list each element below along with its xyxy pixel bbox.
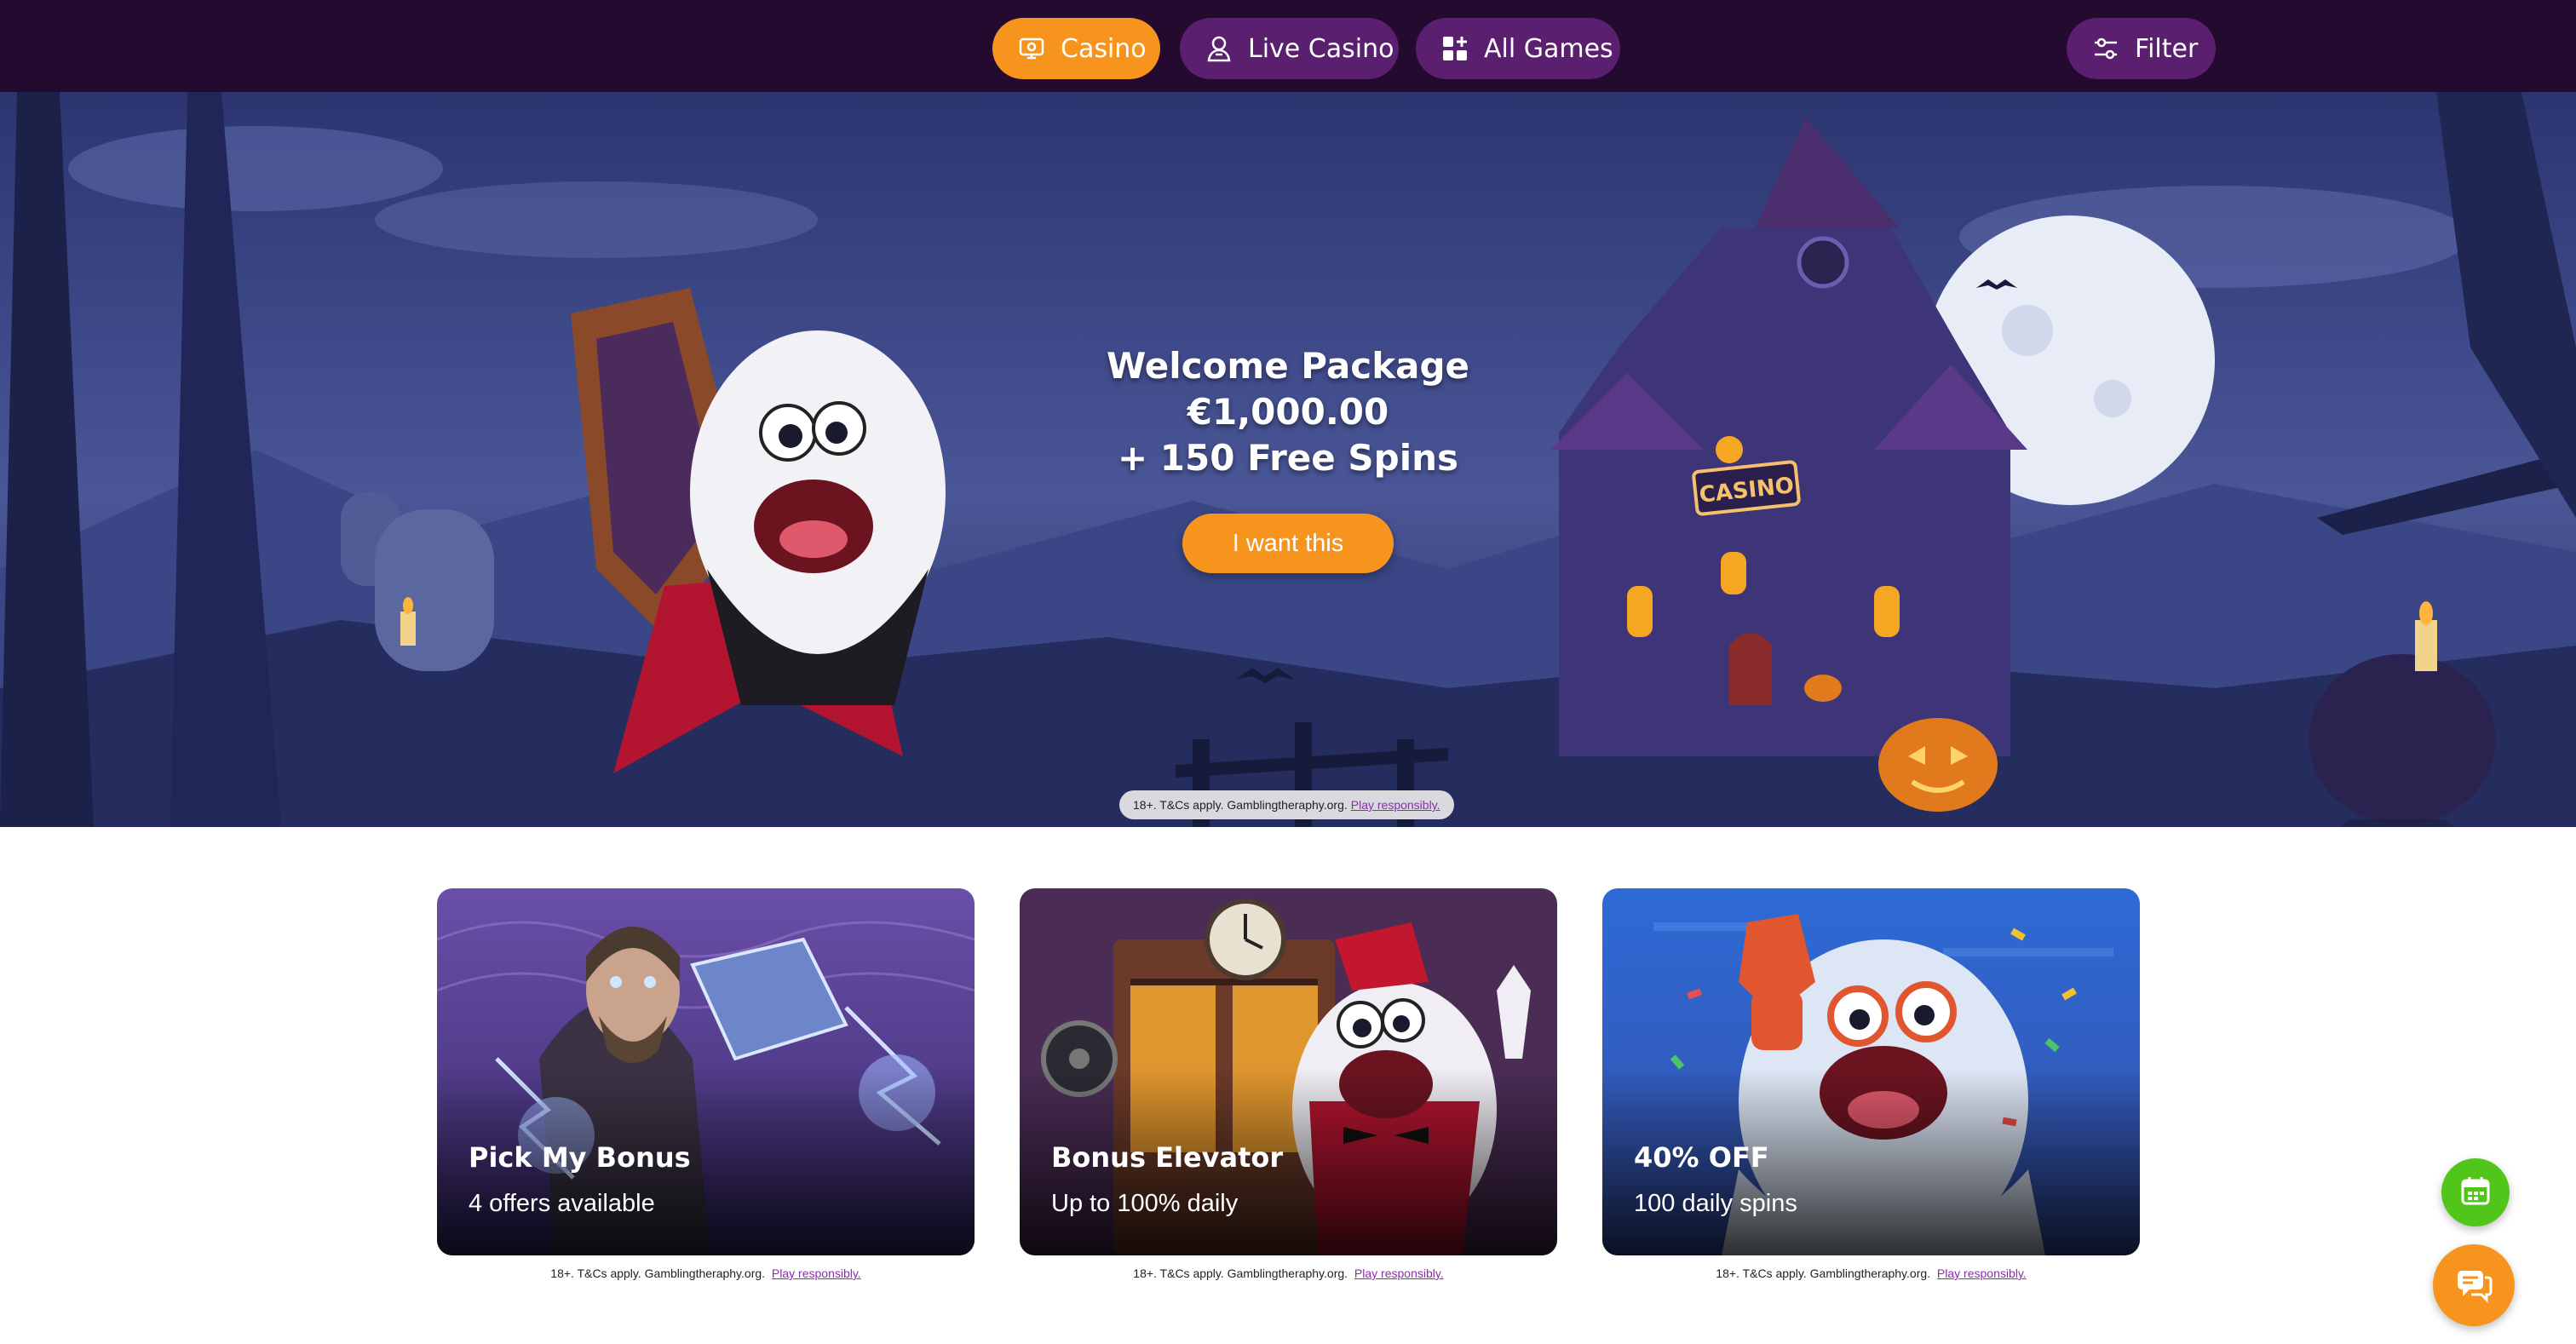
hero-play-responsibly-link[interactable]: Play responsibly. <box>1351 798 1440 812</box>
card-disclaimer: 18+. T&Cs apply. Gamblingtheraphy.org. P… <box>437 1266 975 1280</box>
card-subtitle: Up to 100% daily <box>1051 1190 1239 1217</box>
hero-line-1: Welcome Package <box>1106 345 1470 387</box>
promo-card-40-off[interactable]: 40% OFF 100 daily spins <box>1602 888 2140 1255</box>
card-title: Bonus Elevator <box>1051 1141 1284 1174</box>
card-subtitle: 100 daily spins <box>1634 1190 1797 1217</box>
tab-all-games[interactable]: All Games <box>1416 18 1620 79</box>
calendar-icon <box>2458 1174 2493 1212</box>
chat-button[interactable] <box>2433 1244 2515 1326</box>
hero-line-2: €1,000.00 <box>1187 391 1389 433</box>
tab-live-casino-label: Live Casino <box>1248 33 1394 64</box>
card-disclaimer: 18+. T&Cs apply. Gamblingtheraphy.org. P… <box>1602 1266 2140 1280</box>
card-disclaimer-text: 18+. T&Cs apply. Gamblingtheraphy.org. <box>1133 1266 1348 1280</box>
hero-headline: Welcome Package €1,000.00 + 150 Free Spi… <box>1032 343 1544 481</box>
sliders-icon <box>2090 33 2121 64</box>
hero-disclaimer-text: 18+. T&Cs apply. Gamblingtheraphy.org. <box>1133 798 1348 812</box>
card-disclaimer-text: 18+. T&Cs apply. Gamblingtheraphy.org. <box>1716 1266 1931 1280</box>
hero-banner[interactable]: CASINO Welcome Package €1,000.00 + 150 F… <box>0 92 2576 827</box>
promo-card-bonus-elevator[interactable]: Bonus Elevator Up to 100% daily <box>1020 888 1557 1255</box>
carousel-dots <box>2336 819 2458 827</box>
card-title: Pick My Bonus <box>469 1141 691 1174</box>
casino-icon <box>1016 33 1047 64</box>
tab-all-games-label: All Games <box>1484 33 1613 64</box>
calendar-button[interactable] <box>2441 1158 2510 1226</box>
play-responsibly-link[interactable]: Play responsibly. <box>1937 1266 2027 1280</box>
card-title: 40% OFF <box>1634 1141 1769 1174</box>
hero-line-3: + 150 Free Spins <box>1117 437 1459 479</box>
tab-casino-label: Casino <box>1061 33 1147 64</box>
tab-live-casino[interactable]: Live Casino <box>1180 18 1399 79</box>
chat-icon <box>2454 1264 2493 1307</box>
card-disclaimer: 18+. T&Cs apply. Gamblingtheraphy.org. P… <box>1020 1266 1557 1280</box>
live-dealer-icon <box>1204 33 1234 64</box>
grid-icon <box>1440 33 1470 64</box>
tab-casino[interactable]: Casino <box>992 18 1160 79</box>
filter-button[interactable]: Filter <box>2067 18 2216 79</box>
hero-cta-button[interactable]: I want this <box>1182 514 1394 573</box>
filter-label: Filter <box>2135 33 2199 64</box>
play-responsibly-link[interactable]: Play responsibly. <box>1354 1266 1444 1280</box>
card-subtitle: 4 offers available <box>469 1190 655 1217</box>
play-responsibly-link[interactable]: Play responsibly. <box>772 1266 861 1280</box>
top-nav-bar: Casino Live Casino All Games Filter <box>0 0 2576 92</box>
card-disclaimer-text: 18+. T&Cs apply. Gamblingtheraphy.org. <box>550 1266 766 1280</box>
hero-disclaimer: 18+. T&Cs apply. Gamblingtheraphy.org. P… <box>1119 790 1454 819</box>
promo-card-pick-my-bonus[interactable]: Pick My Bonus 4 offers available <box>437 888 975 1255</box>
